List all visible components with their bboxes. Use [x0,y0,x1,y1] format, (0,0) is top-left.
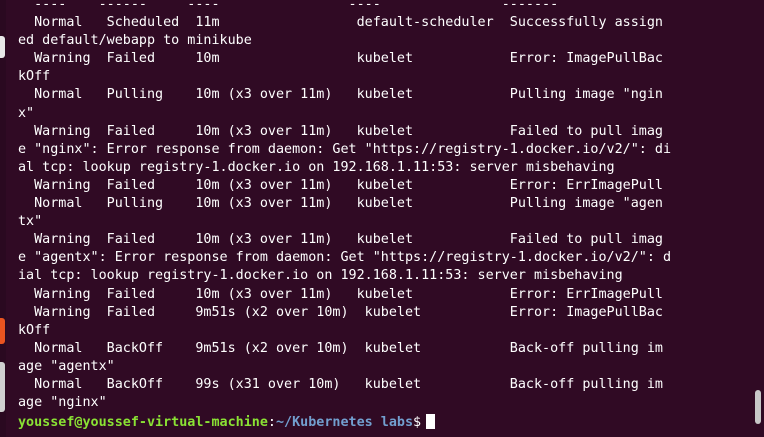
terminal-line: age "agentx" [18,358,115,374]
terminal-line: kOff [18,322,51,338]
terminal-line: x" [18,105,35,121]
shell-prompt[interactable]: youssef@youssef-virtual-machine:~/Kubern… [18,414,754,432]
prompt-path: ~/Kubernetes labs [275,415,414,431]
prompt-separator: : [267,415,276,431]
terminal-line: kOff [18,69,51,85]
terminal-line: Warning Failed 10m (x3 over 11m) kubelet… [18,123,663,139]
scrollbar-thumb[interactable] [755,390,761,424]
prompt-user-host: youssef@youssef-virtual-machine [18,415,268,431]
text-cursor [426,414,436,430]
dock-app-indicator[interactable] [0,318,5,344]
terminal-line: e "nginx": Error response from daemon: G… [18,141,672,157]
terminal-line: Warning Failed 10m kubelet Error: ImageP… [18,51,663,67]
terminal-line: Normal BackOff 99s (x31 over 10m) kubele… [18,376,663,392]
terminal-line: Warning Failed 9m51s (x2 over 10m) kubel… [18,304,663,320]
terminal-line: Warning Failed 10m (x3 over 11m) kubelet… [18,286,663,302]
terminal-line: ed default/webapp to minikube [18,33,252,49]
terminal-line: Warning Failed 10m (x3 over 11m) kubelet… [18,177,663,193]
terminal-line: Normal BackOff 9m51s (x2 over 10m) kubel… [18,340,663,356]
dock-edge [0,0,6,437]
terminal-line: age "nginx" [18,395,107,411]
dock-app-indicator[interactable] [0,36,5,58]
terminal-line: tx" [18,214,43,230]
terminal-line: e "agentx": Error response from daemon: … [18,250,672,266]
terminal-line: Normal Scheduled 11m default-scheduler S… [18,15,663,31]
dock-app-indicator[interactable] [0,362,5,412]
terminal-line: Warning Failed 10m (x3 over 11m) kubelet… [18,232,663,248]
terminal-line: al tcp: lookup registry-1.docker.io on 1… [18,159,615,175]
terminal-line: ---- ------ ---- ---- ------- [18,0,559,12]
prompt-symbol: $ [413,415,422,431]
terminal-line: Normal Pulling 10m (x3 over 11m) kubelet… [18,87,663,103]
terminal-output[interactable]: ---- ------ ---- ---- ------- Normal Sch… [18,0,754,432]
terminal-line: Normal Pulling 10m (x3 over 11m) kubelet… [18,196,663,212]
terminal-window: ---- ------ ---- ---- ------- Normal Sch… [0,0,764,437]
terminal-line: ial tcp: lookup registry-1.docker.io on … [18,268,623,284]
